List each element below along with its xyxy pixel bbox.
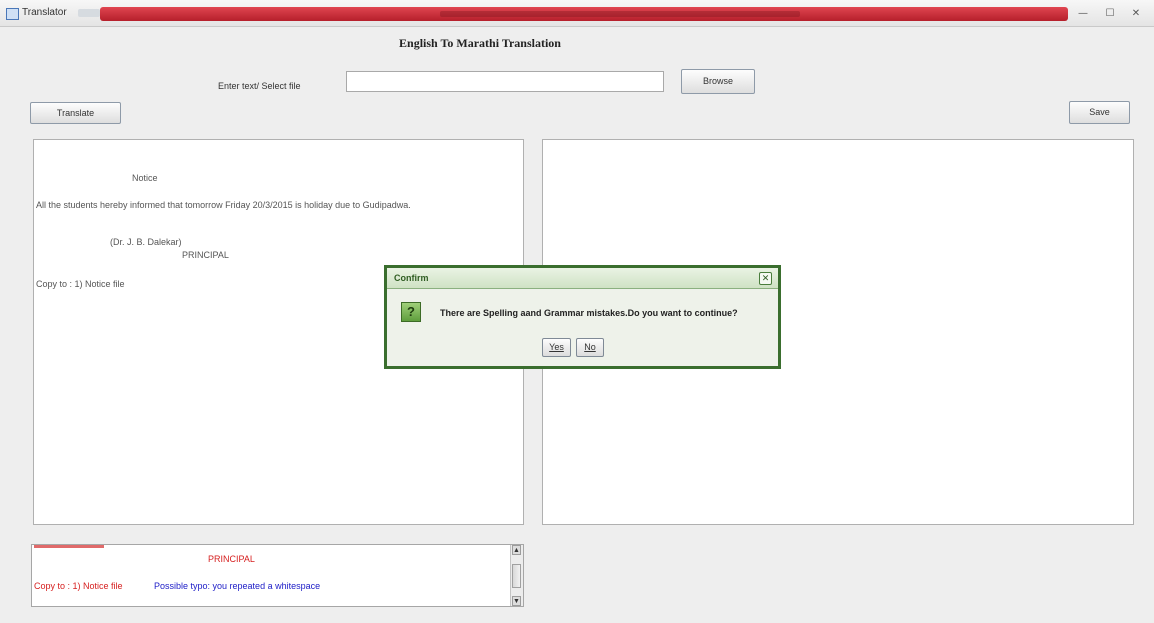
scroll-thumb[interactable] bbox=[512, 564, 521, 588]
text-file-input[interactable] bbox=[346, 71, 664, 92]
app-icon bbox=[6, 8, 19, 20]
no-button[interactable]: No bbox=[576, 338, 604, 357]
question-icon: ? bbox=[401, 302, 421, 322]
window-title: Translator bbox=[22, 7, 67, 18]
scroll-down-icon[interactable]: ▼ bbox=[512, 596, 521, 606]
log-error-text: Copy to : 1) Notice file bbox=[34, 581, 123, 591]
log-suggestion-text: Possible typo: you repeated a whitespace bbox=[154, 581, 321, 591]
browse-button[interactable]: Browse bbox=[681, 69, 755, 94]
page-title: English To Marathi Translation bbox=[399, 36, 561, 50]
title-strip bbox=[100, 7, 1068, 21]
yes-button[interactable]: Yes bbox=[542, 338, 571, 357]
save-button[interactable]: Save bbox=[1069, 101, 1130, 124]
log-scrolled-text-fragment bbox=[34, 545, 104, 548]
minimize-button[interactable]: — bbox=[1072, 6, 1094, 21]
dialog-close-icon[interactable]: ✕ bbox=[759, 272, 772, 285]
log-scrollbar[interactable]: ▲ ▼ bbox=[510, 545, 523, 606]
error-log-area[interactable]: PRINCIPAL Copy to : 1) Notice file Possi… bbox=[31, 544, 524, 607]
signatory-name: (Dr. J. B. Dalekar) bbox=[110, 237, 182, 247]
dialog-title-bar: Confirm ✕ bbox=[387, 268, 778, 289]
title-tab-decoration bbox=[78, 9, 100, 17]
scroll-up-icon[interactable]: ▲ bbox=[512, 545, 521, 555]
notice-heading: Notice bbox=[132, 173, 158, 183]
title-strip-text-blur bbox=[440, 11, 800, 17]
translate-button[interactable]: Translate bbox=[30, 102, 121, 124]
signatory-title: PRINCIPAL bbox=[182, 250, 229, 260]
confirm-dialog: Confirm ✕ ? There are Spelling aand Gram… bbox=[384, 265, 781, 369]
title-bar: Translator — ☐ ✕ bbox=[0, 0, 1154, 27]
dialog-message: There are Spelling aand Grammar mistakes… bbox=[440, 308, 738, 318]
log-line-principal: PRINCIPAL bbox=[208, 554, 255, 564]
maximize-button[interactable]: ☐ bbox=[1099, 6, 1121, 21]
dialog-title: Confirm bbox=[394, 273, 429, 283]
close-button[interactable]: ✕ bbox=[1125, 6, 1147, 21]
input-label: Enter text/ Select file bbox=[218, 81, 301, 91]
copy-to-line: Copy to : 1) Notice file bbox=[36, 279, 125, 289]
notice-body: All the students hereby informed that to… bbox=[36, 200, 411, 210]
